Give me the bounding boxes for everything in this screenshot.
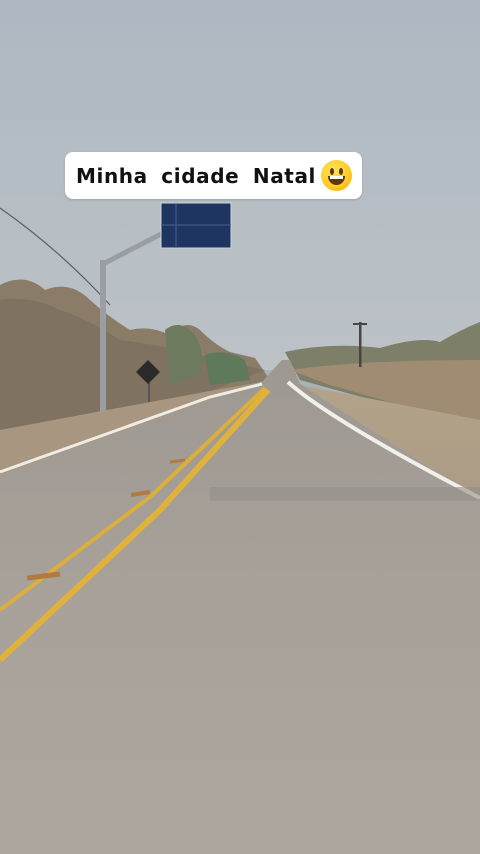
grinning-face-icon xyxy=(321,160,352,191)
video-caption: Minha cidade Natal xyxy=(65,152,362,199)
caption-text: Minha cidade Natal xyxy=(76,163,317,188)
road-patch xyxy=(210,487,480,501)
road-scene xyxy=(0,0,480,854)
